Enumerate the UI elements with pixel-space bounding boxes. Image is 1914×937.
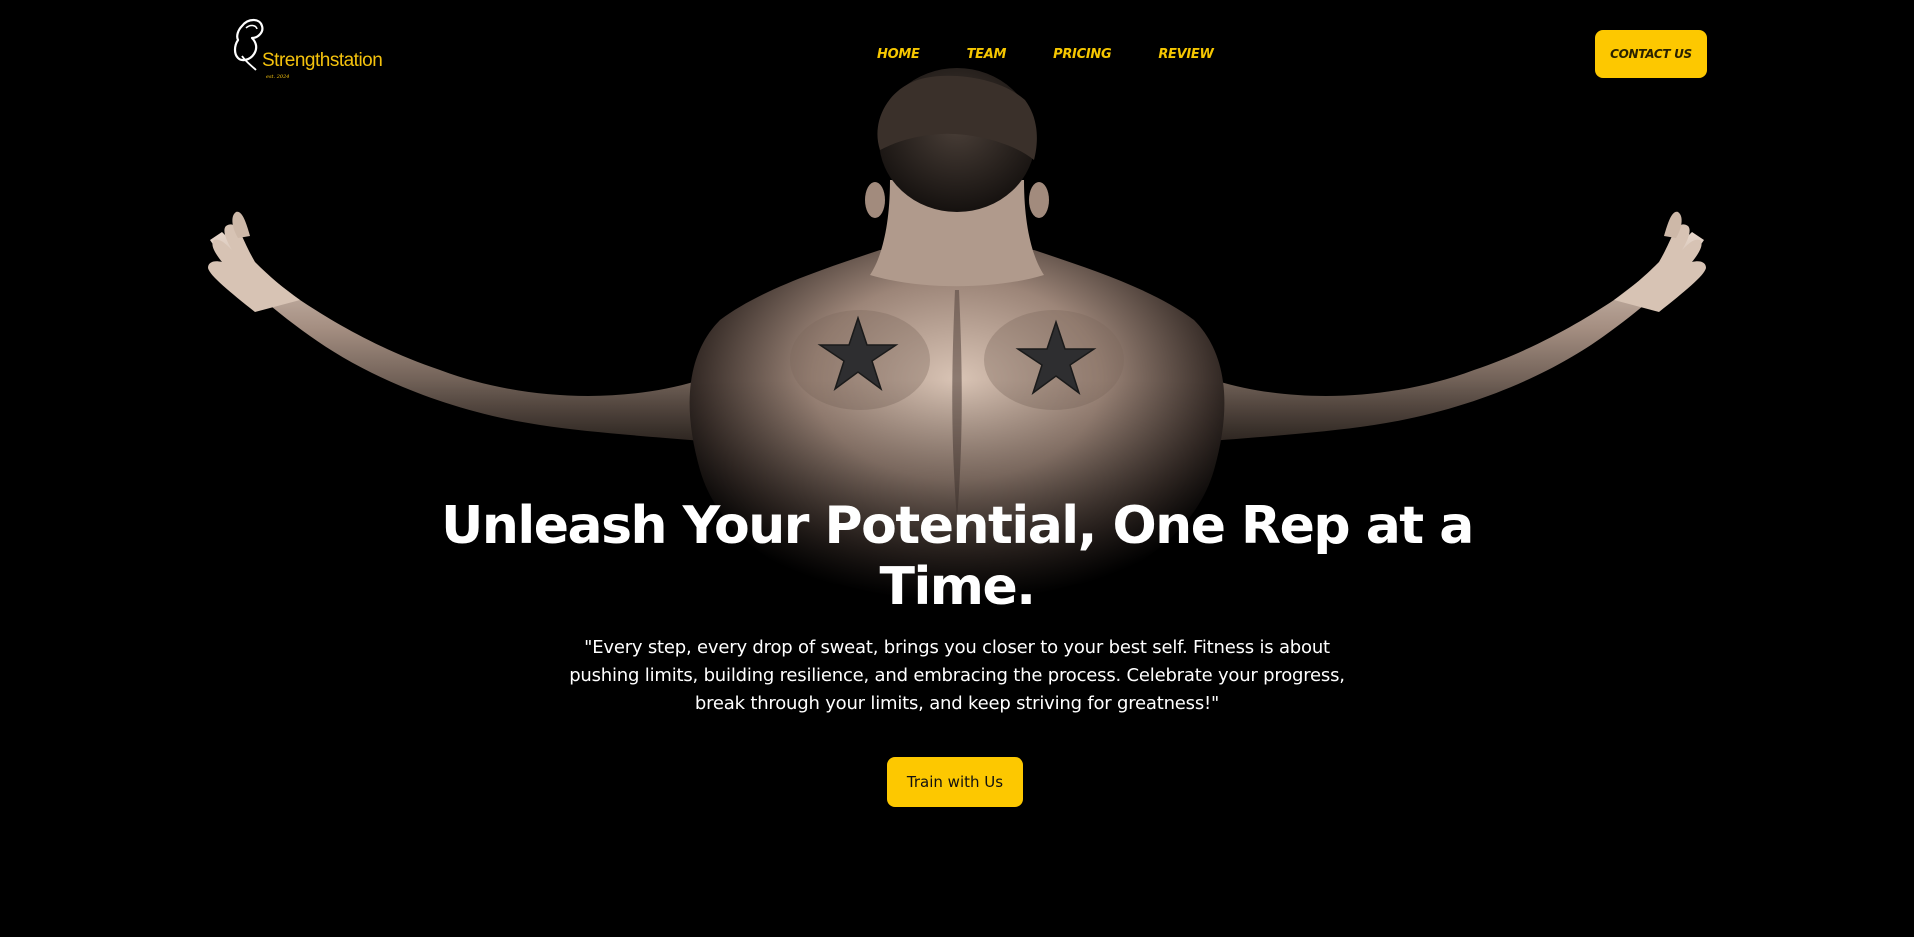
nav-pricing-link[interactable]: Pricing [1053, 44, 1112, 66]
nav-home-link[interactable]: Home [877, 44, 920, 66]
brand-name: Strengthstation [262, 50, 383, 71]
hero-quote: "Every step, every drop of sweat, brings… [569, 637, 1345, 714]
hero-title: Unleash Your Potential, One Rep at a Tim… [441, 496, 1474, 617]
nav-review-link[interactable]: Review [1158, 44, 1214, 66]
nav-team-link[interactable]: Team [967, 44, 1007, 66]
train-with-us-button[interactable]: Train with Us [887, 757, 1023, 807]
brand-logo[interactable]: Strengthstation est. 2024 [232, 16, 392, 86]
contact-us-button[interactable]: Contact Us [1595, 30, 1707, 78]
brand-tagline: est. 2024 [266, 74, 290, 80]
landing-page: Strengthstation est. 2024 Home Team Pric… [0, 0, 1914, 937]
main-nav: Home Team Pricing Review [877, 44, 1214, 66]
